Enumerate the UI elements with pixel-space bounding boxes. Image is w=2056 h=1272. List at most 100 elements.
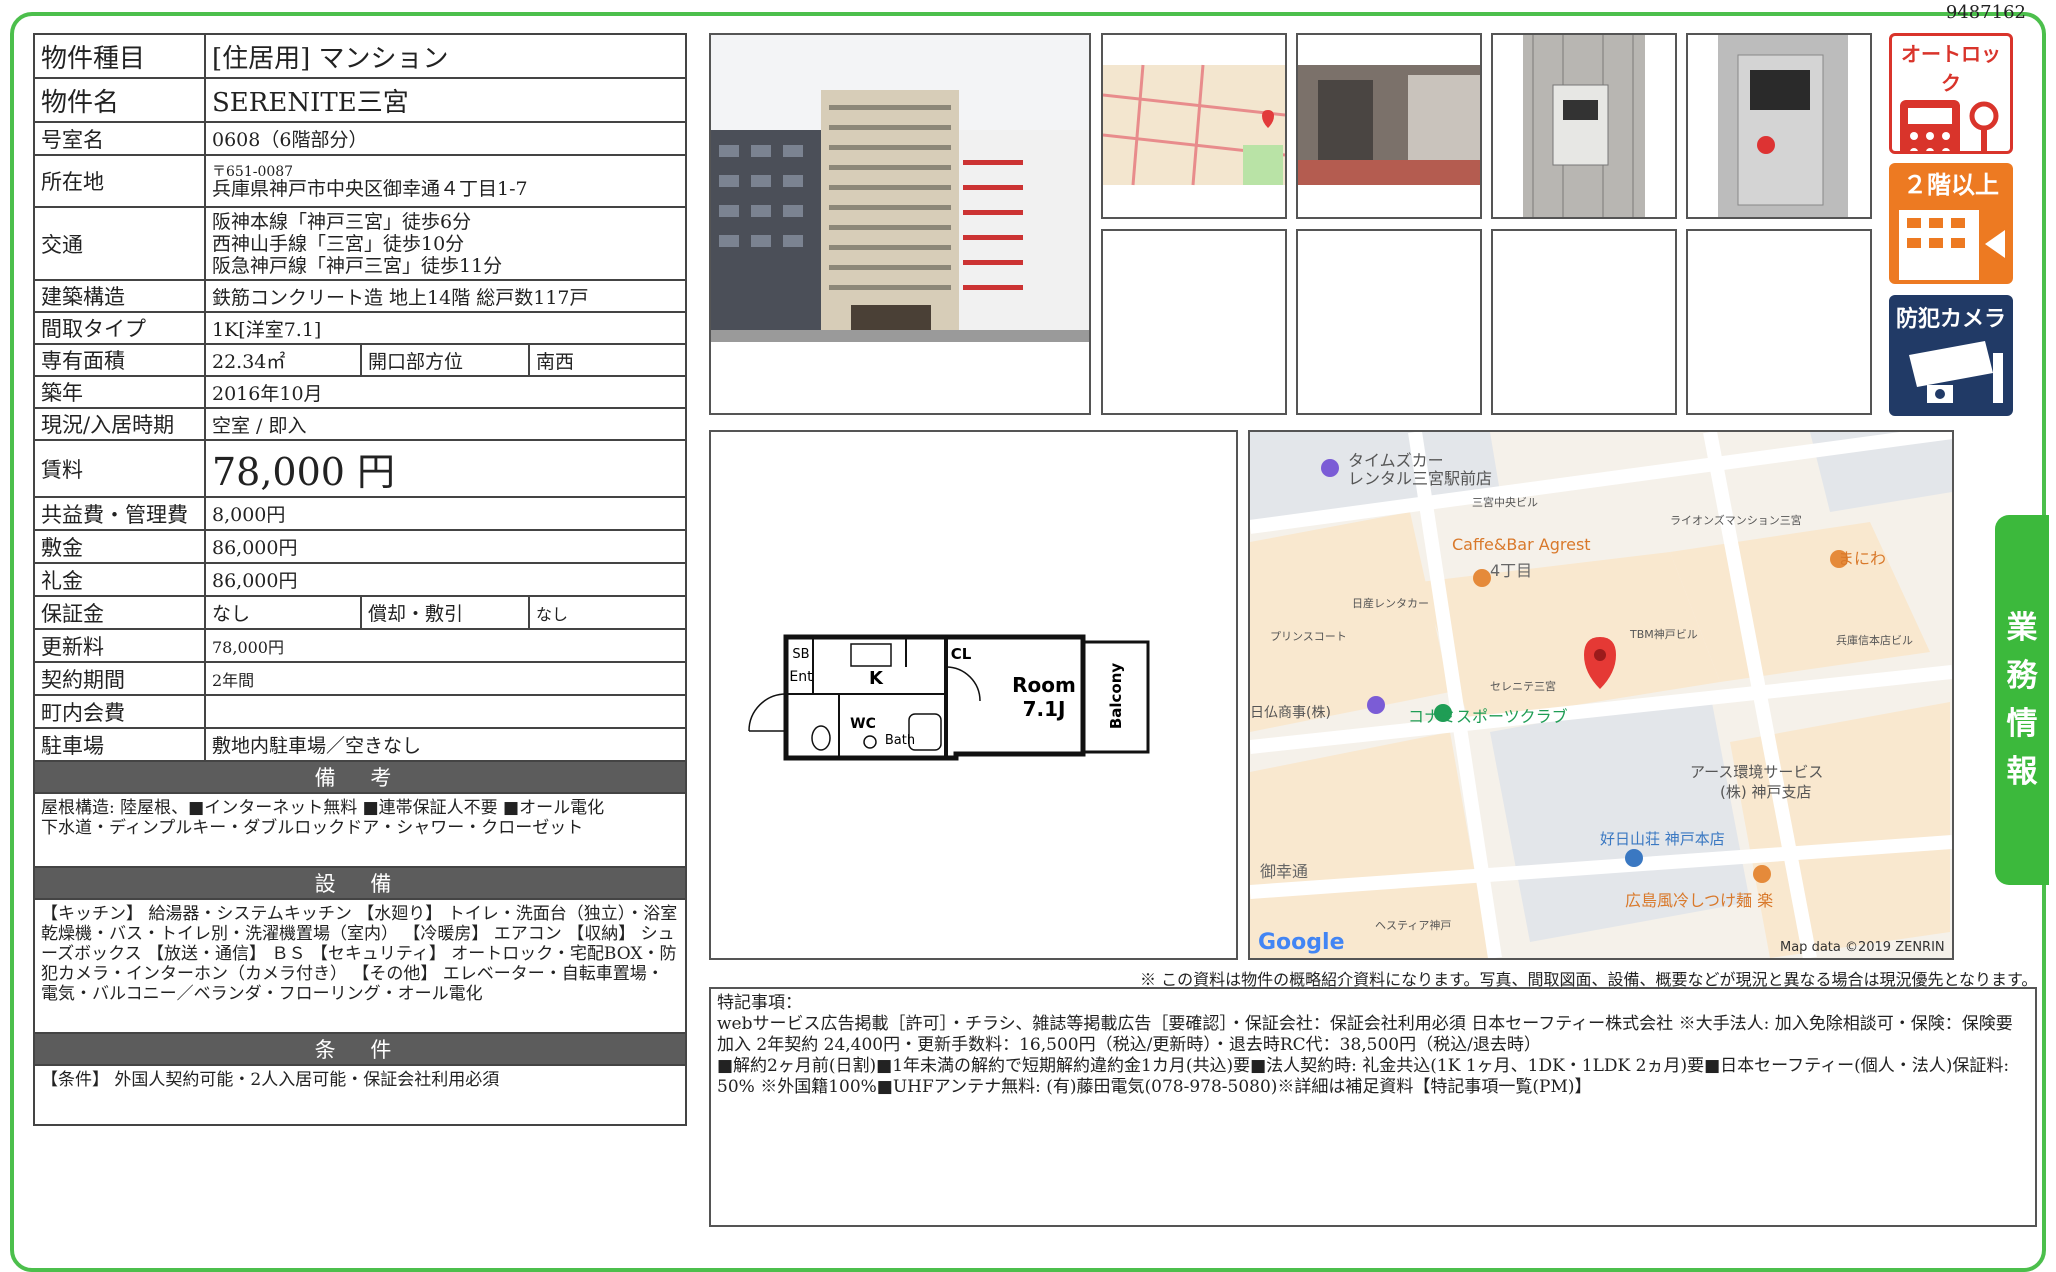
- room-value: 0608（6階部分）: [204, 121, 687, 156]
- special-notes-title: 特記事項：: [717, 993, 802, 1013]
- second-floor-label: ２階以上: [1903, 171, 1999, 199]
- key-money-value: 86,000円: [204, 562, 687, 597]
- structure-value: 鉄筋コンクリート造 地上14階 総戸数117戸: [204, 279, 687, 313]
- fee-label: 共益費・管理費: [33, 496, 206, 531]
- map-label: ライオンズマンション三宮: [1670, 513, 1802, 527]
- conditions-text: 【条件】 外国人契約可能・2人入居可能・保証会社利用必須: [33, 1064, 687, 1126]
- building-floor-icon: [1899, 210, 2005, 280]
- room-size-label: 7.1J: [1023, 697, 1066, 721]
- map-label: 4丁目: [1490, 561, 1532, 580]
- plan-label: WC: [850, 716, 876, 732]
- entrance-photo[interactable]: [1296, 33, 1482, 219]
- map-label: まにわ: [1838, 549, 1886, 568]
- tab-char-1: 業: [2006, 609, 2038, 646]
- plan-label: K: [869, 668, 884, 689]
- room-label: 号室名: [33, 121, 206, 156]
- tab-char-3: 情: [2006, 706, 2038, 742]
- area-map[interactable]: Google Map data ©2019 ZENRIN タイムズカー レンタル三…: [1248, 430, 1954, 960]
- status-value: 空室 / 即入: [204, 407, 687, 441]
- map-label: (株) 神戸支店: [1720, 783, 1811, 801]
- map-poi-icon: [1321, 459, 1339, 477]
- term-label: 契約期間: [33, 661, 206, 696]
- map-label: 兵庫信本店ビル: [1836, 633, 1913, 647]
- deposit-label: 敷金: [33, 529, 206, 564]
- facing-value: 南西: [528, 343, 687, 377]
- built-label: 築年: [33, 375, 206, 409]
- plan-label: Ent: [789, 669, 813, 685]
- association-fee-value: [204, 694, 687, 729]
- name-label: 物件名: [33, 77, 206, 123]
- equipment-text: 【キッチン】 給湯器・システムキッチン 【水廻り】 トイレ・洗面台（独立）・浴室…: [33, 898, 687, 1034]
- access-line: 阪神本線「神戸三宮」徒歩6分: [212, 210, 472, 233]
- map-label: 日仏商事(株): [1250, 705, 1331, 721]
- map-label: 御幸通: [1260, 862, 1308, 881]
- intercom-photo[interactable]: [1491, 33, 1677, 219]
- document-id: 9487162: [1945, 2, 2026, 23]
- renewal-value: 78,000円: [204, 628, 687, 663]
- room-label: Room: [1012, 673, 1076, 697]
- access-label: 交通: [33, 206, 206, 281]
- access-line: 阪急神戸線「神戸三宮」徒歩11分: [212, 254, 503, 277]
- plan-label: CL: [951, 645, 972, 663]
- parking-value: 敷地内駐車場／空きなし: [204, 727, 687, 762]
- map-label: アース環境サービス: [1690, 763, 1823, 781]
- map-poi-icon: [1753, 865, 1771, 883]
- guarantee-value: なし: [204, 595, 362, 630]
- tab-char-4: 報: [2006, 754, 2038, 791]
- access-line: 西神山手線「三宮」徒歩10分: [212, 232, 465, 255]
- map-poi-icon: [1473, 569, 1491, 587]
- structure-label: 建築構造: [33, 279, 206, 313]
- guarantee-label: 保証金: [33, 595, 206, 630]
- map-label: 日産レンタカー: [1352, 597, 1429, 610]
- equipment-header: 設 備: [33, 866, 687, 900]
- facing-label: 開口部方位: [360, 343, 530, 377]
- remarks-text: 屋根構造: 陸屋根、■インターネット無料 ■連帯保証人不要 ■オール電化 下水道…: [33, 792, 687, 868]
- keypad-icon: [1900, 100, 1999, 151]
- photo-slot-empty: [1296, 229, 1482, 415]
- map-label: 好日山荘 神戸本店: [1600, 830, 1725, 848]
- conditions-header: 条 件: [33, 1032, 687, 1066]
- name-value: SERENITE三宮: [204, 77, 687, 123]
- photo-slot-empty: [1491, 229, 1677, 415]
- photo-slot-empty: [1101, 229, 1287, 415]
- special-notes: 特記事項： webサービス広告掲載［許可］・チラシ、雑誌等掲載広告［要確認］・保…: [709, 987, 2037, 1227]
- security-camera-badge: 防犯カメラ: [1889, 295, 2013, 416]
- built-value: 2016年10月: [204, 375, 687, 409]
- building-photo[interactable]: [709, 33, 1091, 415]
- rent-label: 賃料: [33, 439, 206, 498]
- amortization-label: 償却・敷引: [360, 595, 530, 630]
- map-label: プリンスコート: [1270, 630, 1347, 643]
- layout-label: 間取タイプ: [33, 311, 206, 345]
- map-label: ヘスティア神戸: [1375, 918, 1451, 932]
- map-label: Caffe&Bar Agrest: [1452, 535, 1591, 554]
- area-label: 専有面積: [33, 343, 206, 377]
- map-label: TBM神戸ビル: [1629, 627, 1698, 641]
- camera-icon: [1909, 341, 2003, 403]
- special-notes-text: webサービス広告掲載［許可］・チラシ、雑誌等掲載広告［要確認］・保証会社：保証…: [717, 1014, 2013, 1097]
- renewal-label: 更新料: [33, 628, 206, 663]
- map-thumbnail[interactable]: [1101, 33, 1287, 219]
- map-label: レンタル三宮駅前店: [1348, 469, 1492, 488]
- autolock-badge: オートロック: [1889, 33, 2013, 154]
- balcony-label: Balcony: [1107, 663, 1125, 730]
- rent-value: 78,000 円: [204, 439, 687, 498]
- tab-char-2: 務: [2006, 657, 2038, 694]
- type-value: [住居用] マンション: [204, 33, 687, 79]
- status-label: 現況/入居時期: [33, 407, 206, 441]
- security-camera-label: 防犯カメラ: [1895, 307, 2006, 332]
- area-value: 22.34㎡: [204, 343, 362, 377]
- term-value: 2年間: [204, 661, 687, 696]
- autolock-label: オートロック: [1901, 42, 2001, 95]
- map-label: セレニテ三宮: [1490, 679, 1556, 693]
- mailbox-photo[interactable]: [1686, 33, 1872, 219]
- type-label: 物件種目: [33, 33, 206, 79]
- map-poi-icon: [1367, 696, 1385, 714]
- layout-value: 1K[洋室7.1]: [204, 311, 687, 345]
- floor-plan[interactable]: SB CL Ent K WC Bath Room 7.1J Balcony: [709, 430, 1238, 960]
- second-floor-badge: ２階以上: [1889, 163, 2013, 284]
- google-logo: Google: [1258, 930, 1345, 955]
- deposit-value: 86,000円: [204, 529, 687, 564]
- business-info-tab[interactable]: 業 務 情 報: [1995, 515, 2049, 885]
- map-label: コナミスポーツクラブ: [1408, 707, 1568, 726]
- map-label: タイムズカー: [1348, 451, 1444, 470]
